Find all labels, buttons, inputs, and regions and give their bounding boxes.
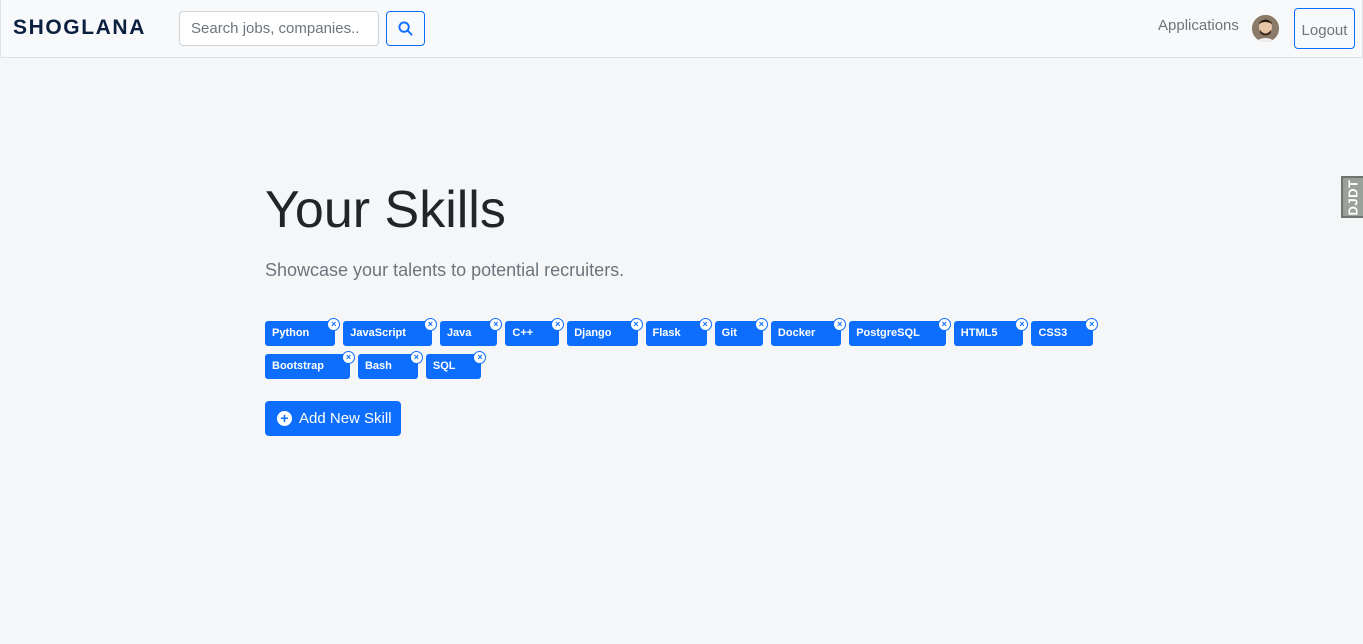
skill-label: Python [272,327,310,339]
close-icon[interactable]: × [341,351,355,364]
close-icon[interactable]: × [629,318,643,331]
skill-label: CSS3 [1038,327,1068,339]
add-skill-button[interactable]: + Add New Skill [265,401,401,436]
skill-chip: Docker × [770,318,847,346]
close-icon[interactable]: × [551,318,565,331]
close-icon[interactable]: × [409,351,423,364]
close-icon[interactable]: × [833,318,847,331]
search-button[interactable] [386,11,425,46]
skill-label: Bootstrap [272,360,324,372]
navbar: SHOGLANA Applications Logout [0,0,1363,58]
skill-label: Bash [364,360,392,372]
logout-button[interactable]: Logout [1294,8,1355,49]
close-icon[interactable]: × [489,318,503,331]
close-icon[interactable]: × [423,318,437,331]
brand-logo[interactable]: SHOGLANA [13,16,146,40]
add-skill-label: Add New Skill [299,410,392,427]
close-icon[interactable]: × [1085,318,1099,331]
close-icon[interactable]: × [754,318,768,331]
skill-label: Java [446,327,472,339]
close-icon[interactable]: × [1015,318,1029,331]
user-avatar-image [1252,15,1279,42]
skill-label: PostgreSQL [856,327,920,339]
skills-row: Python × JavaScript × Java × C++ × Django × Flask ×… [265,318,1099,346]
skill-chip: HTML5 × [953,318,1029,346]
skill-chip: PostgreSQL × [849,318,951,346]
search-icon [398,21,413,36]
skill-label: Django [574,327,612,339]
skill-label: Flask [652,327,681,339]
skill-label: SQL [432,360,456,372]
skill-chip: SQL × [425,351,487,379]
skill-chip: C++ × [505,318,565,346]
close-icon[interactable]: × [473,351,487,364]
skill-chip: Git × [714,318,768,346]
debug-toolbar-label: DJDT [1345,179,1361,215]
skill-chip: CSS3 × [1031,318,1099,346]
skills-section: Your Skills Showcase your talents to pot… [265,180,1099,436]
skill-chip: Python × [265,318,341,346]
skill-label: HTML5 [960,327,998,339]
skill-chip: Bootstrap × [265,351,355,379]
skill-chip: Java × [439,318,503,346]
close-icon[interactable]: × [327,318,341,331]
skill-chip: Django × [567,318,643,346]
page-subtitle: Showcase your talents to potential recru… [265,260,625,280]
close-icon[interactable]: × [937,318,951,331]
skill-label: C++ [512,327,534,339]
skill-chip: JavaScript × [343,318,437,346]
skills-list: Python × JavaScript × Java × C++ × Django × Flask ×… [265,318,1099,387]
skill-chip: Bash × [357,351,423,379]
skills-row: Bootstrap × Bash × SQL × [265,351,1065,379]
skill-label: JavaScript [350,327,406,339]
skill-label: Git [721,327,737,339]
skill-label: Docker [777,327,816,339]
skill-chip: Flask × [645,318,712,346]
debug-toolbar-handle[interactable]: DJDT [1341,176,1363,218]
page-title: Your Skills [265,181,506,239]
close-icon[interactable]: × [698,318,712,331]
plus-circle-icon: + [277,411,292,426]
avatar[interactable] [1252,15,1279,42]
search-input[interactable] [179,11,379,46]
nav-applications-link[interactable]: Applications [1158,17,1239,34]
